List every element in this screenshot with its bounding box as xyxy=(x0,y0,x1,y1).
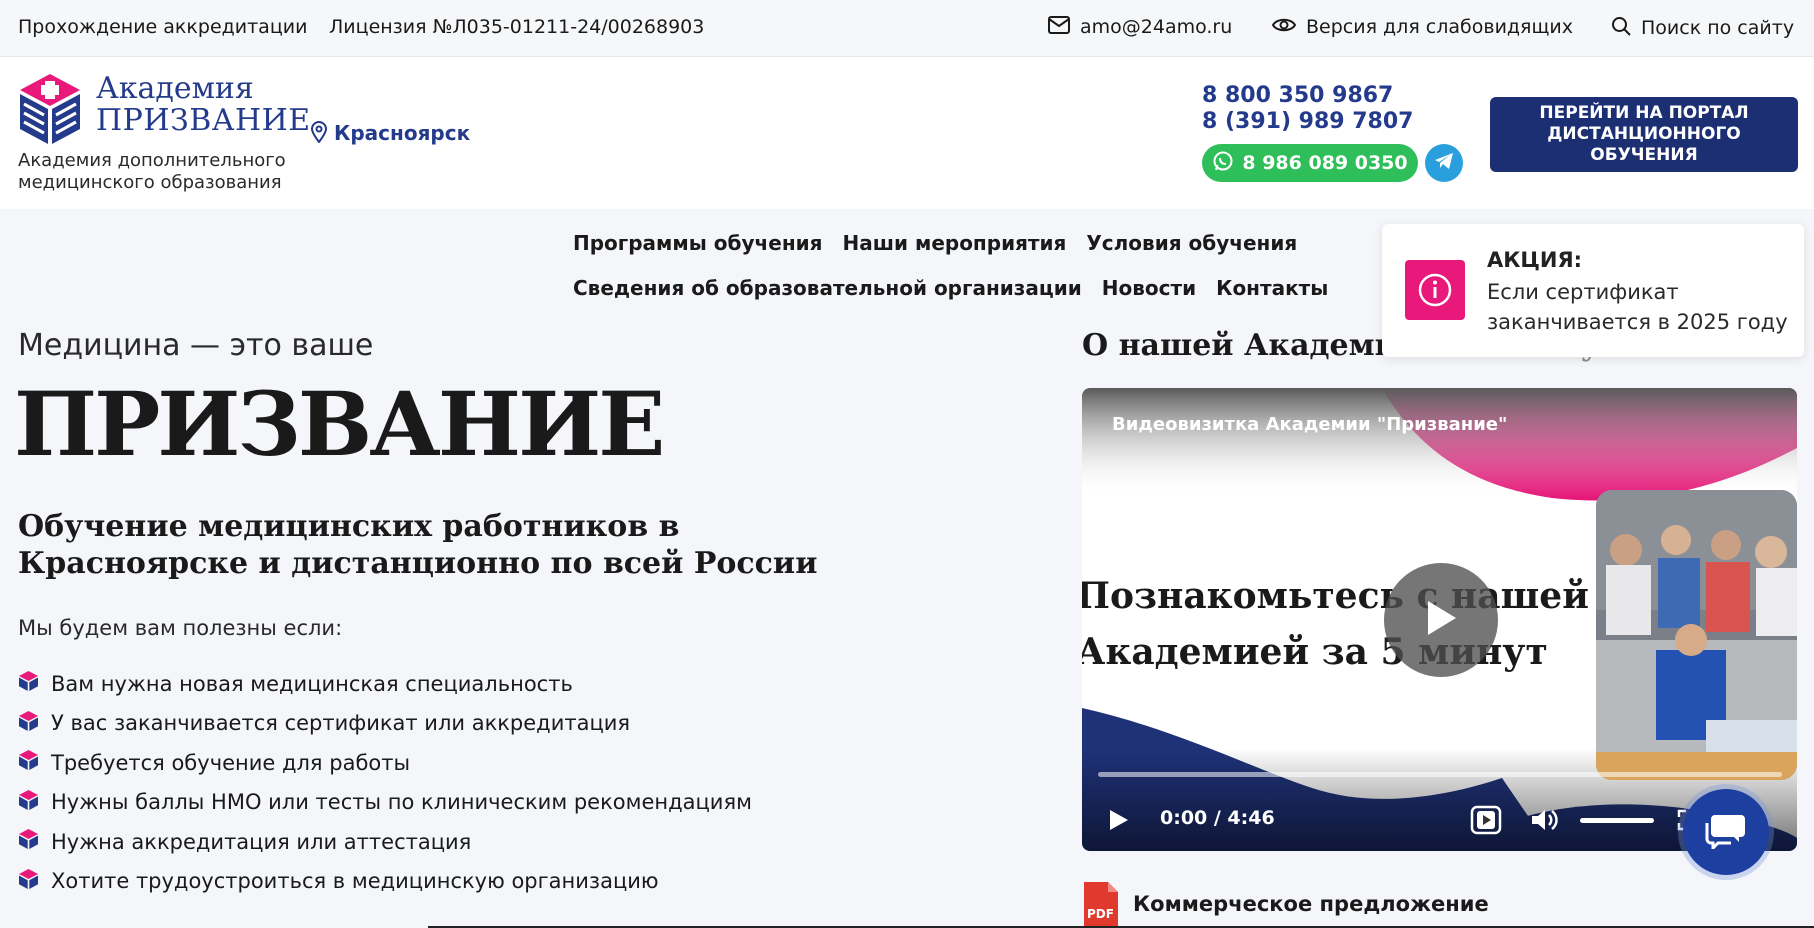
video-slide-line1: Познакомьтесь с нашей xyxy=(1082,575,1589,617)
hero-pretitle: Медицина — это ваше xyxy=(18,328,374,363)
cube-bullet-icon xyxy=(18,868,39,895)
telegram-button[interactable] xyxy=(1425,144,1463,182)
city-name: Красноярск xyxy=(334,121,471,145)
volume-icon[interactable] xyxy=(1530,807,1560,837)
site-header: Академия ПРИЗВАНИЕ Академия дополнительн… xyxy=(0,57,1814,209)
whatsapp-button[interactable]: 8 986 089 0350 xyxy=(1202,144,1418,182)
list-item: Требуется обучение для работы xyxy=(18,743,752,783)
video-time: 0:00 / 4:46 xyxy=(1160,807,1275,829)
commercial-offer-link[interactable]: Коммерческое предложение xyxy=(1133,892,1489,916)
list-item: У вас заканчивается сертификат или аккре… xyxy=(18,704,752,744)
phone-link-1[interactable]: 8 800 350 9867 xyxy=(1202,83,1393,108)
promo-popup[interactable]: АКЦИЯ: Если сертификат заканчивается в 2… xyxy=(1382,224,1804,357)
email-link[interactable]: amo@24amo.ru xyxy=(1048,16,1232,39)
logo-text-line1[interactable]: Академия xyxy=(96,73,254,105)
list-item-text: Требуется обучение для работы xyxy=(51,750,411,775)
hero-subtitle: Обучение медицинских работников в Красно… xyxy=(18,509,818,581)
cube-bullet-icon xyxy=(18,828,39,855)
miniplayer-icon[interactable] xyxy=(1470,805,1502,839)
list-item-text: Вам нужна новая медицинская специальност… xyxy=(51,671,573,696)
telegram-icon xyxy=(1434,152,1454,174)
play-icon[interactable] xyxy=(1108,808,1130,836)
video-player[interactable]: Познакомьтесь с нашей Академией за 5 мин… xyxy=(1082,388,1797,851)
whatsapp-number: 8 986 089 0350 xyxy=(1242,152,1408,174)
list-item-text: У вас заканчивается сертификат или аккре… xyxy=(51,711,631,736)
nav-item-contacts[interactable]: Контакты xyxy=(1216,276,1328,300)
distance-learning-portal-button[interactable]: ПЕРЕЙТИ НА ПОРТАЛ ДИСТАНЦИОННОГО ОБУЧЕНИ… xyxy=(1490,97,1798,172)
chat-bubbles-icon xyxy=(1705,811,1747,853)
nav-item-events[interactable]: Наши мероприятия xyxy=(843,231,1067,255)
location-pin-icon xyxy=(310,121,328,148)
nav-row-2: Сведения об образовательной организации … xyxy=(573,276,1328,300)
list-item-text: Хотите трудоустроиться в медицинскую орг… xyxy=(51,869,659,894)
volume-slider[interactable] xyxy=(1580,818,1654,823)
benefits-lead: Мы будем вам полезны если: xyxy=(18,616,343,640)
chat-widget-button[interactable] xyxy=(1683,789,1769,875)
list-item: Нужна аккредитация или аттестация xyxy=(18,822,752,862)
search-icon xyxy=(1611,16,1631,41)
nav-row-1: Программы обучения Наши мероприятия Усло… xyxy=(573,231,1297,255)
top-bar: Прохождение аккредитации Лицензия №Л035-… xyxy=(0,0,1814,57)
promo-text: Если сертификат заканчивается в 2025 год… xyxy=(1487,280,1788,334)
hero-title: ПРИЗВАНИЕ xyxy=(14,372,665,476)
nav-item-news[interactable]: Новости xyxy=(1102,276,1196,300)
nav-item-conditions[interactable]: Условия обучения xyxy=(1086,231,1297,255)
about-title-main: О нашей Академии xyxy=(1082,328,1420,363)
list-item: Вам нужна новая медицинская специальност… xyxy=(18,664,752,704)
city-selector[interactable]: Красноярск xyxy=(310,121,470,148)
promo-title: АКЦИЯ: xyxy=(1487,248,1583,272)
whatsapp-icon xyxy=(1212,150,1234,177)
mail-icon xyxy=(1048,16,1070,39)
list-item: Хотите трудоустроиться в медицинскую орг… xyxy=(18,862,752,902)
cube-bullet-icon xyxy=(18,789,39,816)
low-vision-link[interactable]: Версия для слабовидящих xyxy=(1271,16,1573,39)
play-icon xyxy=(1424,599,1458,641)
site-search-link[interactable]: Поиск по сайту xyxy=(1611,16,1794,41)
low-vision-text: Версия для слабовидящих xyxy=(1306,16,1573,38)
pdf-icon[interactable]: PDF xyxy=(1082,880,1120,928)
logo-subtitle: Академия дополнительного медицинского об… xyxy=(18,150,286,193)
benefits-list: Вам нужна новая медицинская специальност… xyxy=(18,664,752,901)
site-search-text: Поиск по сайту xyxy=(1641,17,1795,39)
pdf-label: PDF xyxy=(1087,907,1114,921)
video-title[interactable]: Видеовизитка Академии "Призвание" xyxy=(1112,414,1507,435)
email-text: amo@24amo.ru xyxy=(1080,16,1233,38)
big-play-button[interactable] xyxy=(1384,563,1498,677)
video-slide-line2: Академией за 5 минут xyxy=(1082,631,1548,673)
eye-icon xyxy=(1271,16,1297,39)
list-item-text: Нужна аккредитация или аттестация xyxy=(51,829,472,854)
phone-link-2[interactable]: 8 (391) 989 7807 xyxy=(1202,109,1413,134)
video-progress-bar[interactable] xyxy=(1098,772,1782,777)
accreditation-link[interactable]: Прохождение аккредитации xyxy=(18,16,307,38)
logo-icon[interactable] xyxy=(18,72,82,146)
list-item-text: Нужны баллы НМО или тесты по клиническим… xyxy=(51,790,752,815)
logo-text-line2[interactable]: ПРИЗВАНИЕ xyxy=(96,105,311,137)
cube-bullet-icon xyxy=(18,710,39,737)
cube-bullet-icon xyxy=(18,749,39,776)
video-photo xyxy=(1596,490,1797,780)
license-link[interactable]: Лицензия №Л035-01211-24/00268903 xyxy=(329,16,704,38)
cube-bullet-icon xyxy=(18,670,39,697)
nav-item-programs[interactable]: Программы обучения xyxy=(573,231,823,255)
list-item: Нужны баллы НМО или тесты по клиническим… xyxy=(18,783,752,823)
nav-item-org-info[interactable]: Сведения об образовательной организации xyxy=(573,276,1082,300)
info-icon xyxy=(1405,260,1465,320)
video-slide-text: Познакомьтесь с нашей Академией за 5 мин… xyxy=(1082,568,1589,680)
